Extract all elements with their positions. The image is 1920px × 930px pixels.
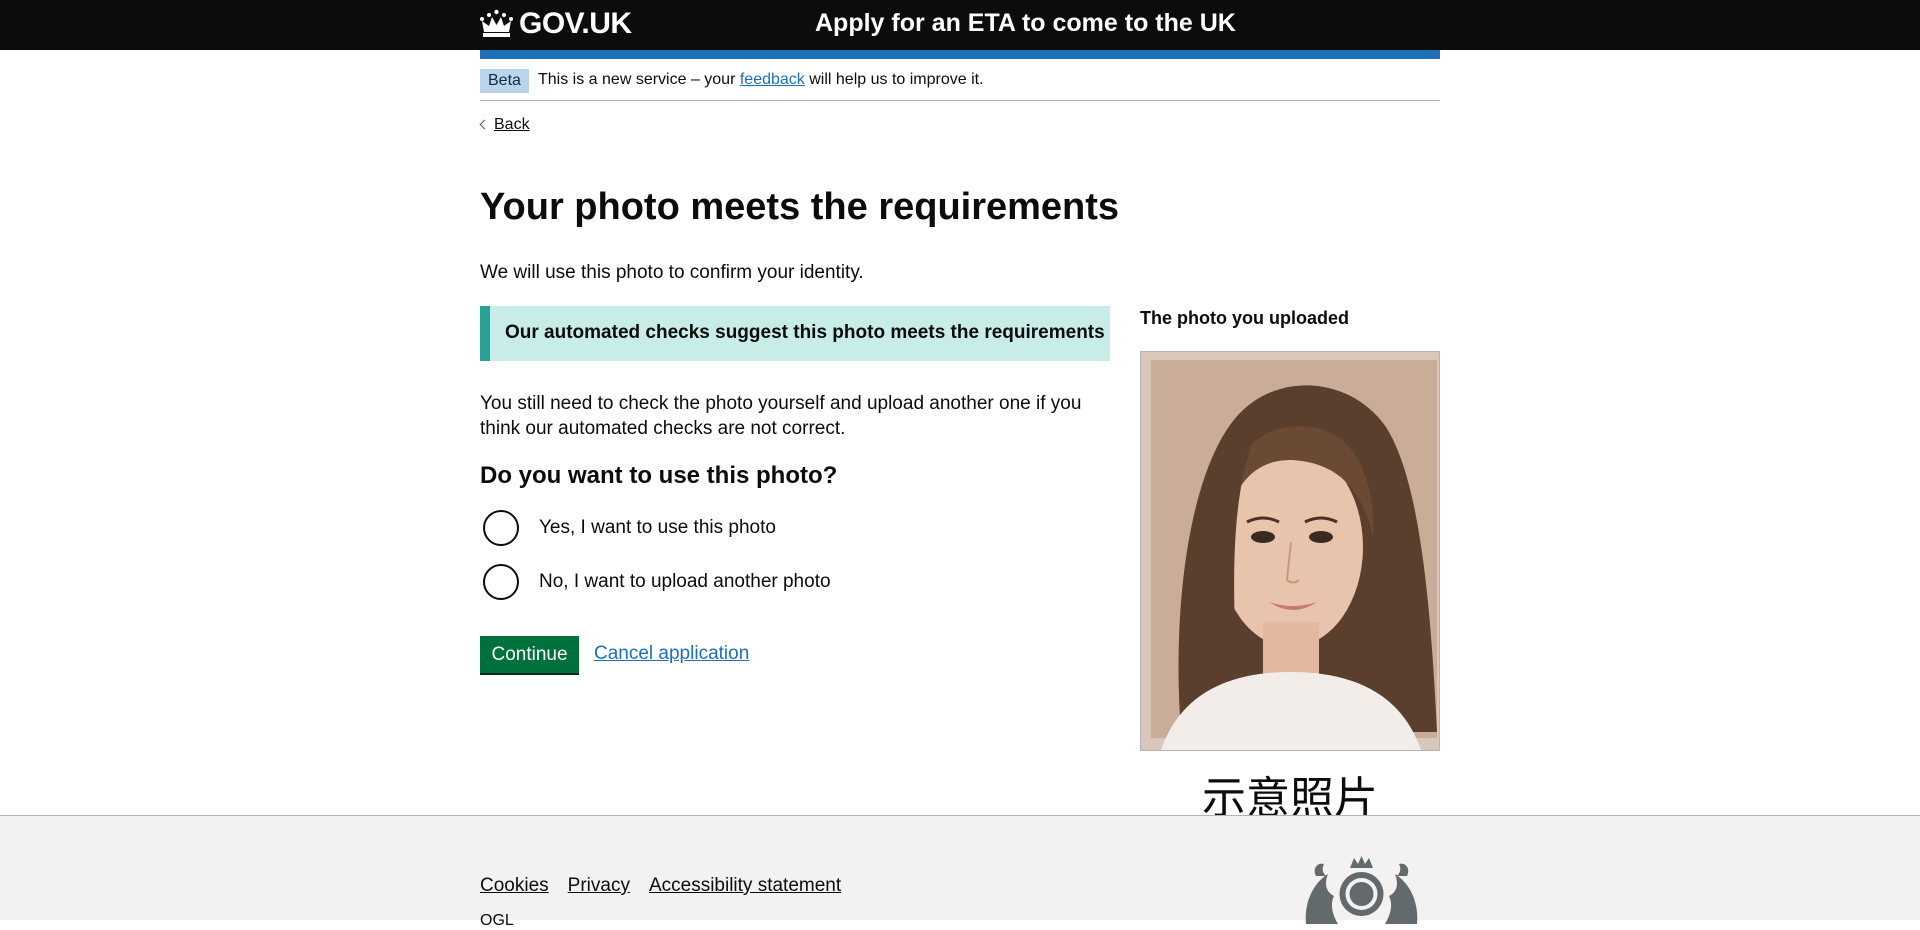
footer-link-cookies[interactable]: Cookies (480, 875, 549, 897)
photo-heading: The photo you uploaded (1140, 308, 1349, 328)
success-inset: Our automated checks suggest this photo … (480, 306, 1110, 361)
chevron-left-icon (479, 119, 490, 130)
cancel-application-link[interactable]: Cancel application (594, 643, 749, 665)
phase-tag: Beta (480, 69, 529, 93)
footer-link-privacy[interactable]: Privacy (568, 875, 630, 897)
phase-banner: Beta This is a new service – your feedba… (480, 60, 1440, 101)
header-blue-bar (480, 50, 1440, 59)
govuk-logo-link[interactable]: GOV.UK (480, 7, 632, 41)
inset-text: Our automated checks suggest this photo … (505, 322, 1105, 343)
ogl-logo: OGL (480, 912, 514, 929)
radio-circle-icon[interactable] (483, 564, 519, 600)
govuk-logo-text: GOV.UK (519, 7, 632, 40)
phase-banner-text: This is a new service – your feedback wi… (538, 71, 984, 89)
continue-button[interactable]: Continue (480, 636, 579, 673)
service-name[interactable]: Apply for an ETA to come to the UK (815, 9, 1236, 38)
back-link-label: Back (494, 116, 530, 133)
footer-links: Cookies Privacy Accessibility statement (480, 875, 841, 897)
royal-crest-icon (1305, 856, 1418, 924)
feedback-link[interactable]: feedback (740, 71, 805, 88)
lead-paragraph: We will use this photo to confirm your i… (480, 262, 864, 283)
body-paragraph: You still need to check the photo yourse… (480, 393, 1082, 439)
radio-yes-label[interactable]: Yes, I want to use this photo (539, 517, 776, 539)
radio-circle-icon[interactable] (483, 510, 519, 546)
crown-icon (480, 9, 513, 37)
phase-text-before: This is a new service – your (538, 71, 740, 88)
radio-no-label[interactable]: No, I want to upload another photo (539, 571, 831, 593)
radio-yes[interactable]: Yes, I want to use this photo (480, 506, 980, 550)
back-link[interactable]: Back (479, 116, 530, 134)
site-header: GOV.UK Apply for an ETA to come to the U… (0, 0, 1920, 50)
phase-text-after: will help us to improve it. (804, 71, 984, 88)
uploaded-photo (1140, 351, 1440, 751)
question-heading: Do you want to use this photo? (480, 462, 838, 489)
footer-link-accessibility[interactable]: Accessibility statement (649, 875, 841, 897)
site-footer: Cookies Privacy Accessibility statement … (0, 815, 1920, 929)
radio-no[interactable]: No, I want to upload another photo (480, 560, 980, 604)
portrait-illustration (1141, 352, 1439, 750)
inset-border (480, 306, 490, 361)
page-title: Your photo meets the requirements (480, 186, 1120, 228)
